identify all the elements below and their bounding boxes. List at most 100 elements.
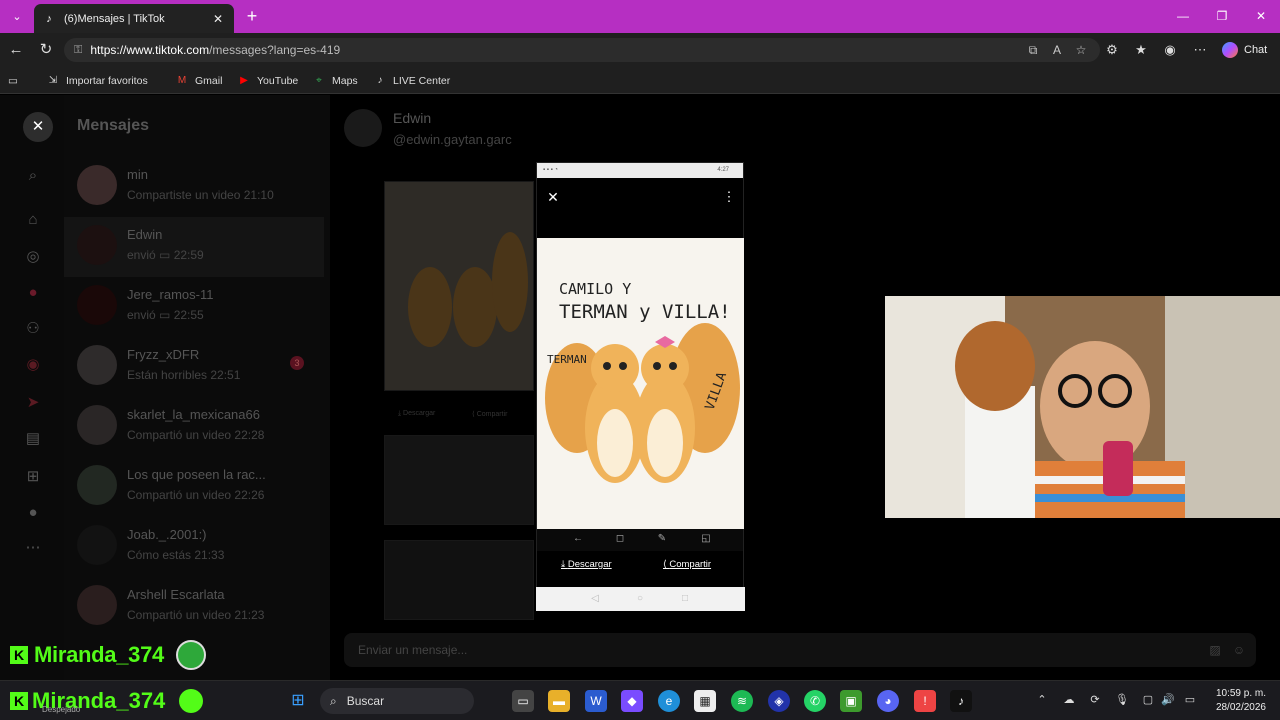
- tiktok-icon[interactable]: ♪: [950, 690, 972, 712]
- notification-app-icon[interactable]: !: [914, 690, 936, 712]
- search-icon[interactable]: ⌕: [22, 165, 44, 187]
- crop-icon[interactable]: ◻: [613, 532, 627, 546]
- chat-contact-handle[interactable]: @edwin.gaytan.garc: [393, 132, 512, 147]
- chat-avatar[interactable]: [344, 109, 382, 147]
- share-button[interactable]: ⟨ Compartir: [663, 559, 711, 570]
- volume-icon[interactable]: 🔊: [1160, 692, 1176, 708]
- bookmark-live-center[interactable]: ♪ LIVE Center: [373, 73, 451, 89]
- task-view-icon[interactable]: ▭: [512, 690, 534, 712]
- more-icon[interactable]: ⋯: [22, 537, 44, 559]
- clock-time: 10:59 p. m.: [1215, 688, 1266, 699]
- rotate-icon[interactable]: ◱: [699, 532, 713, 546]
- activity-icon[interactable]: ➤: [22, 392, 44, 414]
- new-tab-button[interactable]: +: [242, 6, 262, 26]
- home-icon[interactable]: ⌂: [22, 209, 44, 231]
- back-icon[interactable]: ←: [6, 40, 26, 60]
- windows-start-icon[interactable]: ⊞: [287, 690, 309, 712]
- conversation-item[interactable]: min Compartiste un video 21:10: [64, 157, 324, 217]
- extensions-icon[interactable]: ⚙: [1102, 40, 1122, 60]
- nav-recents-icon[interactable]: □: [678, 592, 692, 606]
- favorites-icon[interactable]: ★: [1131, 40, 1151, 60]
- chat-contact-name[interactable]: Edwin: [393, 110, 431, 126]
- minecraft-icon[interactable]: ▣: [840, 690, 862, 712]
- show-hidden-icons-icon[interactable]: ⌃: [1034, 692, 1050, 708]
- word-icon[interactable]: W: [585, 690, 607, 712]
- bookmark-youtube[interactable]: ▶ YouTube: [237, 73, 298, 89]
- site-info-icon[interactable]: ⚿: [74, 44, 82, 57]
- network-icon[interactable]: ▢: [1140, 692, 1156, 708]
- close-window-icon[interactable]: ✕: [1249, 6, 1273, 26]
- app-icon[interactable]: ◈: [768, 690, 790, 712]
- edge-icon[interactable]: e: [658, 690, 680, 712]
- messages-icon[interactable]: ▤: [22, 428, 44, 450]
- tab-actions-icon[interactable]: ⌄: [6, 6, 28, 28]
- url-field[interactable]: ⚿ https://www.tiktok.com/messages?lang=e…: [64, 38, 1100, 62]
- image-upload-icon[interactable]: ▨: [1206, 641, 1224, 659]
- webcam-feed: [885, 296, 1280, 518]
- conversation-list: Mensajes min Compartiste un video 21:10 …: [64, 95, 330, 680]
- following-icon[interactable]: ⚇: [22, 318, 44, 340]
- emoji-icon[interactable]: ☺: [1230, 641, 1248, 659]
- thumb-download-link[interactable]: ⤓ Descargar: [398, 410, 435, 418]
- nav-home-icon[interactable]: ○: [633, 592, 647, 606]
- close-icon[interactable]: ✕: [545, 189, 561, 205]
- store-icon[interactable]: ▦: [694, 690, 716, 712]
- shared-video-thumbnail[interactable]: [384, 435, 534, 525]
- conversation-item[interactable]: Edwin envió ▭ 22:59: [64, 217, 324, 277]
- unread-badge: 3: [290, 356, 304, 370]
- conversation-item[interactable]: Fryzz_xDFR Están horribles 22:51 3: [64, 337, 324, 397]
- copilot-app-icon[interactable]: ◆: [621, 690, 643, 712]
- nav-back-icon[interactable]: ◁: [588, 592, 602, 606]
- battery-icon[interactable]: ▭: [1182, 692, 1198, 708]
- copilot-chat-button[interactable]: Chat: [1222, 40, 1267, 60]
- maximize-icon[interactable]: ❐: [1210, 6, 1234, 26]
- messages-title: Mensajes: [77, 117, 150, 134]
- live-avatar-icon[interactable]: ●: [22, 282, 44, 304]
- thumb-share-link[interactable]: ⟨ Compartir: [472, 410, 507, 418]
- taskbar-clock[interactable]: 10:59 p. m. 28/02/2026: [1210, 687, 1266, 715]
- conversation-item[interactable]: skarlet_la_mexicana66 Compartió un video…: [64, 397, 324, 457]
- phone-actions: ⤓ Descargar ⟨ Compartir: [537, 551, 743, 581]
- taskbar-search[interactable]: ⌕ Buscar: [320, 688, 474, 714]
- browser-tab[interactable]: ♪ (6)Mensajes | TikTok ✕: [34, 4, 234, 33]
- conversation-item[interactable]: Arshell Escarlata Compartió un video 21:…: [64, 577, 324, 637]
- profile-avatar-icon[interactable]: ●: [22, 502, 44, 524]
- pencil-icon[interactable]: ✎: [655, 532, 669, 546]
- discord-icon[interactable]: ◕: [877, 690, 899, 712]
- open-in-app-icon[interactable]: ⧉: [1024, 41, 1042, 59]
- microphone-icon[interactable]: 🎙: [1114, 692, 1130, 708]
- bookmark-maps[interactable]: ⌖ Maps: [312, 73, 358, 89]
- avatar: [77, 225, 117, 265]
- back-icon[interactable]: ←: [571, 532, 585, 546]
- whatsapp-icon[interactable]: ✆: [804, 690, 826, 712]
- artwork-line-2: TERMAN y VILLA!: [559, 301, 731, 323]
- translate-icon[interactable]: A: [1048, 41, 1066, 59]
- bookmark-importar-favoritos[interactable]: ⇲ Importar favoritos: [46, 73, 148, 89]
- conversation-item[interactable]: Los que poseen la rac... Compartió un vi…: [64, 457, 324, 517]
- download-button[interactable]: ⤓ Descargar: [561, 559, 612, 570]
- close-tab-icon[interactable]: ✕: [210, 12, 226, 26]
- conversation-item[interactable]: Joab._.2001:) Cómo estás 21:33: [64, 517, 324, 577]
- avatar: [77, 345, 117, 385]
- kebab-menu-icon[interactable]: ⋮: [721, 189, 737, 205]
- sync-icon[interactable]: ⟳: [1087, 692, 1103, 708]
- close-messages-button[interactable]: ✕: [23, 112, 53, 142]
- gmail-icon: M: [177, 75, 187, 86]
- explore-icon[interactable]: ◎: [22, 246, 44, 268]
- sidebar-toggle-icon[interactable]: ▭: [8, 73, 18, 89]
- bookmark-gmail[interactable]: M Gmail: [175, 73, 223, 89]
- live-icon[interactable]: ◉: [22, 354, 44, 376]
- favorite-star-icon[interactable]: ☆: [1072, 41, 1090, 59]
- onedrive-icon[interactable]: ☁: [1061, 692, 1077, 708]
- refresh-icon[interactable]: ↻: [36, 40, 56, 60]
- spotify-icon[interactable]: ≋: [731, 690, 753, 712]
- shared-image-thumbnail[interactable]: [384, 181, 534, 391]
- minimize-icon[interactable]: —: [1171, 6, 1195, 26]
- message-input[interactable]: Enviar un mensaje... ▨ ☺: [344, 633, 1256, 667]
- file-explorer-icon[interactable]: ▬: [548, 690, 570, 712]
- more-options-icon[interactable]: ⋯: [1190, 40, 1210, 60]
- shared-video-thumbnail[interactable]: [384, 540, 534, 620]
- conversation-item[interactable]: Jere_ramos-11 envió ▭ 22:55: [64, 277, 324, 337]
- upload-icon[interactable]: ⊞: [22, 466, 44, 488]
- profile-icon[interactable]: ◉: [1160, 40, 1180, 60]
